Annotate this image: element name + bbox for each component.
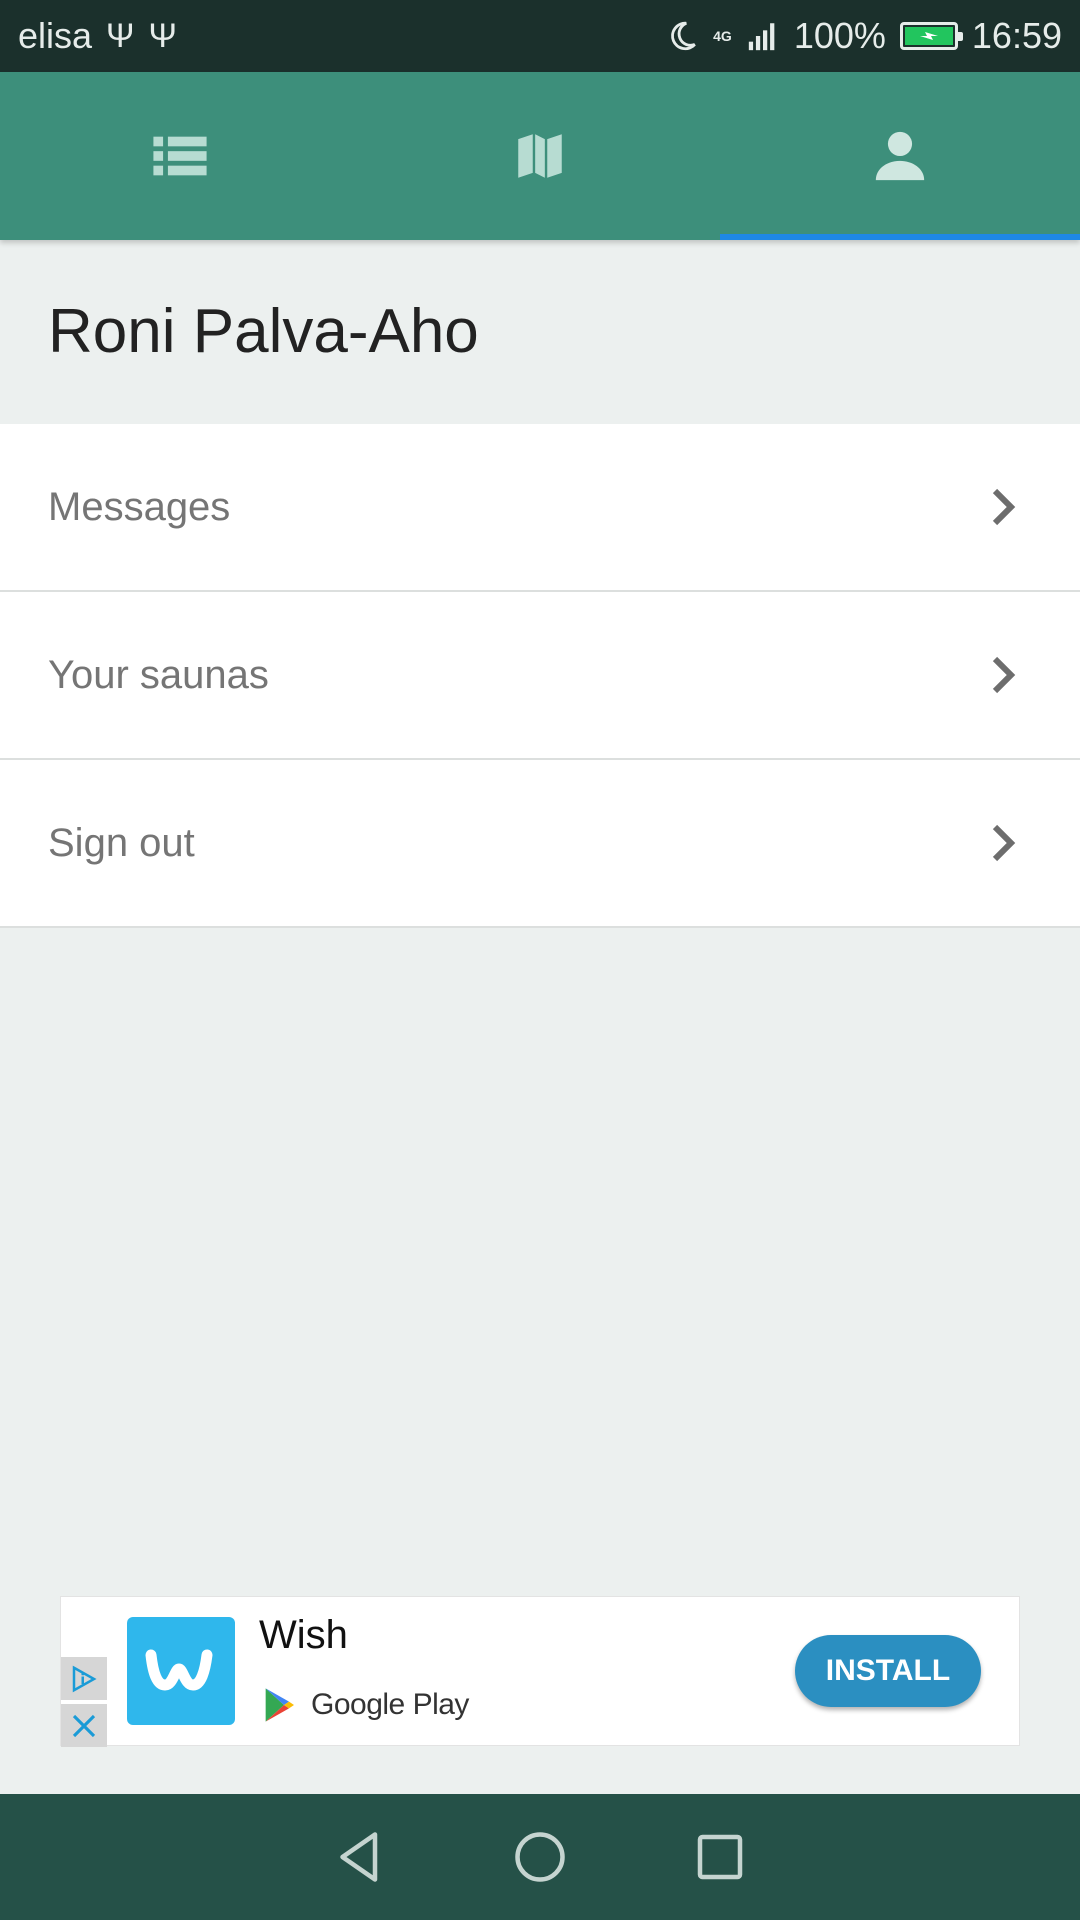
status-right: 4G 100% 16:59 [665, 15, 1062, 57]
signal-icon [748, 23, 775, 51]
chevron-right-icon [992, 656, 1016, 694]
network-type-label: 4G [713, 27, 732, 44]
screen: elisa Ψ Ψ 4G 100% 16:59 Roni Palva-Aho M… [0, 0, 1080, 1920]
store-label: Google Play [311, 1688, 469, 1721]
install-button[interactable]: INSTALL [795, 1635, 981, 1707]
charging-icon [919, 32, 938, 40]
usb-icon: Ψ [148, 17, 177, 55]
status-bar: elisa Ψ Ψ 4G 100% 16:59 [0, 0, 1080, 72]
tab-profile[interactable] [720, 72, 1080, 240]
profile-name: Roni Palva-Aho [48, 297, 479, 366]
ad-app-name: Wish [259, 1613, 348, 1657]
moon-icon [671, 21, 696, 51]
chevron-right-icon [992, 488, 1016, 526]
google-play-icon [265, 1688, 294, 1722]
usb-icon: Ψ [106, 17, 135, 55]
ad-banner[interactable]: Wish Google Play INSTALL [60, 1596, 1020, 1747]
system-nav-bar [0, 1794, 1080, 1920]
menu-item-messages[interactable]: Messages [0, 424, 1080, 592]
battery-icon [899, 22, 963, 50]
active-tab-indicator [720, 234, 1080, 240]
chevron-right-icon [992, 824, 1016, 862]
battery-fill [904, 27, 953, 45]
menu-item-label: Your saunas [48, 652, 269, 697]
home-icon[interactable] [510, 1827, 570, 1887]
clock: 16:59 [971, 15, 1062, 56]
menu-item-label: Sign out [48, 820, 195, 865]
battery-percent: 100% [793, 15, 886, 56]
tab-bar [0, 72, 1080, 240]
profile-menu: Messages Your saunas Sign out [0, 424, 1080, 928]
wish-logo-icon [127, 1617, 235, 1725]
back-icon[interactable] [330, 1827, 390, 1887]
list-icon [153, 136, 207, 176]
ad-info-icon[interactable] [61, 1657, 107, 1700]
menu-item-label: Messages [48, 484, 231, 529]
ad-close-icon[interactable] [61, 1704, 107, 1747]
tab-map[interactable] [360, 72, 720, 240]
ad-choices [61, 1657, 107, 1747]
carrier-label: elisa [18, 15, 93, 56]
map-icon [518, 134, 562, 178]
recents-icon[interactable] [690, 1827, 750, 1887]
status-left: elisa Ψ Ψ [18, 15, 177, 57]
person-icon [875, 131, 925, 181]
menu-item-your-saunas[interactable]: Your saunas [0, 592, 1080, 760]
store-badge: Google Play [259, 1685, 469, 1725]
tab-list[interactable] [0, 72, 360, 240]
menu-item-sign-out[interactable]: Sign out [0, 760, 1080, 928]
